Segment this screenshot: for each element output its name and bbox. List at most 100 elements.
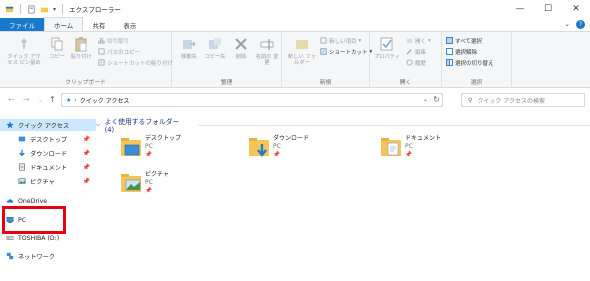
new-folder-button[interactable]: 新しい フォルダー (286, 36, 318, 66)
customize-toolbar-chevron-icon[interactable]: ▾ (53, 6, 56, 13)
forward-arrow-icon[interactable]: → (23, 95, 30, 104)
edit-icon (406, 49, 412, 55)
cut-button[interactable]: 切り取り (98, 36, 129, 45)
paste-label: 貼り付け (70, 54, 92, 60)
edit-label: 編集 (415, 49, 427, 56)
chevron-down-icon: ▾ (428, 37, 431, 44)
paste-shortcut-icon (98, 59, 105, 66)
folder-item-downloads[interactable]: ダウンロード PC 📌 (248, 135, 368, 159)
nav-label: OneDrive (18, 197, 48, 205)
refresh-icon[interactable]: ↻ (433, 95, 440, 104)
properties-icon[interactable] (27, 5, 36, 14)
delete-button[interactable]: 削除 (228, 36, 254, 60)
edit-button[interactable]: 編集 (406, 47, 426, 56)
help-icon[interactable]: ? (576, 20, 585, 29)
nav-item-desktop[interactable]: デスクトップ 📌 (0, 133, 96, 145)
network-icon (6, 252, 14, 260)
invert-selection-button[interactable]: 選択の切り替え (446, 58, 494, 67)
new-folder-label: 新しい フォルダー (287, 54, 317, 66)
new-item-button[interactable]: 新しい項目 ▾ (320, 36, 361, 45)
search-input[interactable]: ⚲ クイック アクセスの検索 (461, 93, 585, 107)
copy-button[interactable]: コピー (44, 36, 70, 60)
nav-item-downloads[interactable]: ダウンロード 📌 (0, 147, 96, 159)
clipboard-group-label: クリップボード (65, 80, 106, 86)
pin-icon: 📌 (273, 152, 280, 158)
toolbar-separator (62, 4, 64, 14)
drive-icon (6, 236, 14, 240)
up-arrow-icon[interactable]: ↑ (49, 95, 56, 104)
maximize-button[interactable]: ☐ (534, 0, 562, 18)
folder-item-desktop[interactable]: デスクトップ PC 📌 (120, 135, 240, 159)
tab-share[interactable]: 共有 (83, 18, 114, 31)
frequent-folders-header[interactable]: ⌵ よく使用するフォルダー (4) (96, 116, 590, 134)
nav-item-quick-access[interactable]: クイック アクセス (0, 119, 96, 131)
pin-quick-access-button[interactable]: クイック アクセス ピン留め (6, 36, 42, 66)
select-all-button[interactable]: すべて選択 (446, 36, 482, 45)
nav-item-network[interactable]: ネットワーク (0, 250, 96, 262)
delete-label: 削除 (235, 54, 247, 60)
copy-to-button[interactable]: コピー先 (202, 36, 228, 60)
folder-location: PC (145, 143, 153, 150)
tab-file[interactable]: ファイル (0, 18, 44, 31)
new-item-icon (320, 37, 327, 44)
history-icon (406, 59, 413, 66)
star-icon (6, 121, 14, 129)
paste-shortcut-label: ショートカットの貼り付け (107, 60, 174, 67)
shortcut-button[interactable]: ショートカット ▾ (320, 47, 372, 56)
close-button[interactable]: ✕ (562, 0, 590, 18)
nav-item-pictures[interactable]: ピクチャ 📌 (0, 175, 96, 187)
explorer-app-icon (5, 6, 14, 12)
address-dropdown-icon[interactable]: ⌄ (423, 96, 428, 103)
folder-item-pictures[interactable]: ピクチャ PC 📌 (120, 171, 240, 195)
copy-path-button[interactable]: パスのコピー (98, 47, 140, 56)
invert-selection-icon (446, 59, 453, 66)
new-folder-icon[interactable] (40, 5, 49, 14)
paste-button[interactable]: 貼り付け (68, 36, 94, 60)
nav-label: デスクトップ (30, 136, 68, 144)
nav-label: クイック アクセス (18, 122, 70, 130)
open-group-label: 開く (399, 80, 412, 86)
pin-icon: 📌 (82, 177, 90, 185)
nav-label: ドキュメント (30, 164, 68, 172)
select-all-icon (446, 37, 453, 44)
history-button[interactable]: 履歴 (406, 58, 426, 67)
copy-path-label: パスのコピー (107, 49, 141, 56)
move-to-button[interactable]: 移動先 (176, 36, 202, 60)
pictures-icon (18, 178, 26, 184)
tab-view[interactable]: 表示 (114, 18, 145, 31)
nav-item-documents[interactable]: ドキュメント 📌 (0, 161, 96, 173)
nav-label: TOSHIBA (D:) (18, 234, 60, 242)
organize-group-label: 整理 (220, 80, 233, 86)
open-button[interactable]: 開く ▾ (406, 36, 431, 45)
search-placeholder: クイック アクセスの検索 (477, 97, 546, 105)
properties-button[interactable]: プロパティ (372, 36, 402, 60)
folder-item-documents[interactable]: ドキュメント PC 📌 (380, 135, 500, 159)
properties-check-icon (380, 37, 393, 51)
search-icon: ⚲ (468, 96, 473, 104)
breadcrumb-chevron-icon: › (74, 96, 77, 104)
ribbon: クイック アクセス ピン留め コピー 貼り付け 切り取り パスのコピー ショート… (0, 32, 590, 88)
window-title: エクスプローラー (69, 6, 121, 14)
recent-locations-chevron-icon[interactable]: ⌄ (38, 97, 43, 104)
back-arrow-icon[interactable]: ← (8, 95, 15, 104)
delete-x-icon (235, 38, 247, 50)
tab-home[interactable]: ホーム (44, 17, 84, 31)
properties-label: プロパティ (373, 54, 401, 60)
chevron-down-icon: ▾ (358, 37, 362, 44)
group-clipboard: クイック アクセス ピン留め コピー 貼り付け 切り取り パスのコピー ショート… (0, 32, 173, 88)
minimize-button[interactable]: — (506, 0, 534, 18)
rename-button[interactable]: 名前の 変更 (254, 36, 280, 66)
expand-ribbon-icon[interactable]: ⌄ (564, 20, 570, 29)
invert-selection-label: 選択の切り替え (455, 60, 494, 67)
open-icon (406, 38, 413, 44)
address-bar[interactable]: ★ › クイック アクセス ⌄ ↻ (61, 93, 443, 107)
select-none-button[interactable]: 選択解除 (446, 47, 477, 56)
nav-label: ピクチャ (30, 178, 55, 186)
copy-label: コピー (49, 54, 65, 60)
scissors-icon (98, 37, 105, 44)
section-divider (197, 124, 590, 126)
shortcut-label: ショートカット (329, 49, 368, 56)
collapse-chevron-icon: ⌵ (96, 121, 101, 128)
download-arrow-icon (19, 149, 25, 157)
paste-shortcut-button[interactable]: ショートカットの貼り付け (98, 58, 173, 67)
